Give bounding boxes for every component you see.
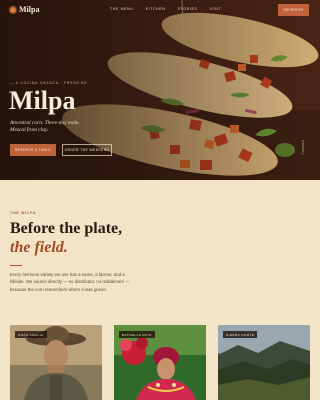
brand-name[interactable]: Milpa [19,5,39,14]
card-tag: Estrella Ruiz [119,331,155,338]
reserve-table-button[interactable]: Reserve a Table [10,144,56,156]
section-body: Every heirloom variety we use has a name… [10,272,130,292]
top-nav: Milpa The Menu Kitchen Stories Visit Res… [0,0,320,22]
landscape-card[interactable]: Sierra Norte [218,325,310,400]
hero-title: Milpa [9,86,76,115]
card-tag: Sierra Norte [223,331,258,338]
order-weekend-button[interactable]: Order the Weekend [62,144,112,156]
nav-links: The Menu Kitchen Stories Visit [110,7,221,11]
dancer-card[interactable]: Estrella Ruiz [114,325,206,400]
section-title-line2: the field. [10,239,68,256]
section-eyebrow: The Milpa [10,211,37,215]
nav-link-visit[interactable]: Visit [209,7,221,11]
divider [10,265,22,266]
hero-section: Milpa The Menu Kitchen Stories Visit Res… [0,0,320,180]
section-title-line1: Before the plate, [10,220,123,237]
card-tag: Doña Amalia [15,331,47,338]
nav-link-menu[interactable]: The Menu [110,7,134,11]
nav-link-stories[interactable]: Stories [178,7,198,11]
reserve-button[interactable]: Reserve [278,4,309,16]
farmer-card[interactable]: Doña Amalia [10,325,102,400]
logo-icon [10,7,16,13]
hero-subtitle: Ancestral corn. Three-day mole. Mezcal f… [10,120,80,133]
scroll-hint: Scroll [301,140,305,156]
hero-kicker: — A Cocina Oaxaca · Fresh 86 [10,81,87,85]
nav-link-kitchen[interactable]: Kitchen [146,7,166,11]
